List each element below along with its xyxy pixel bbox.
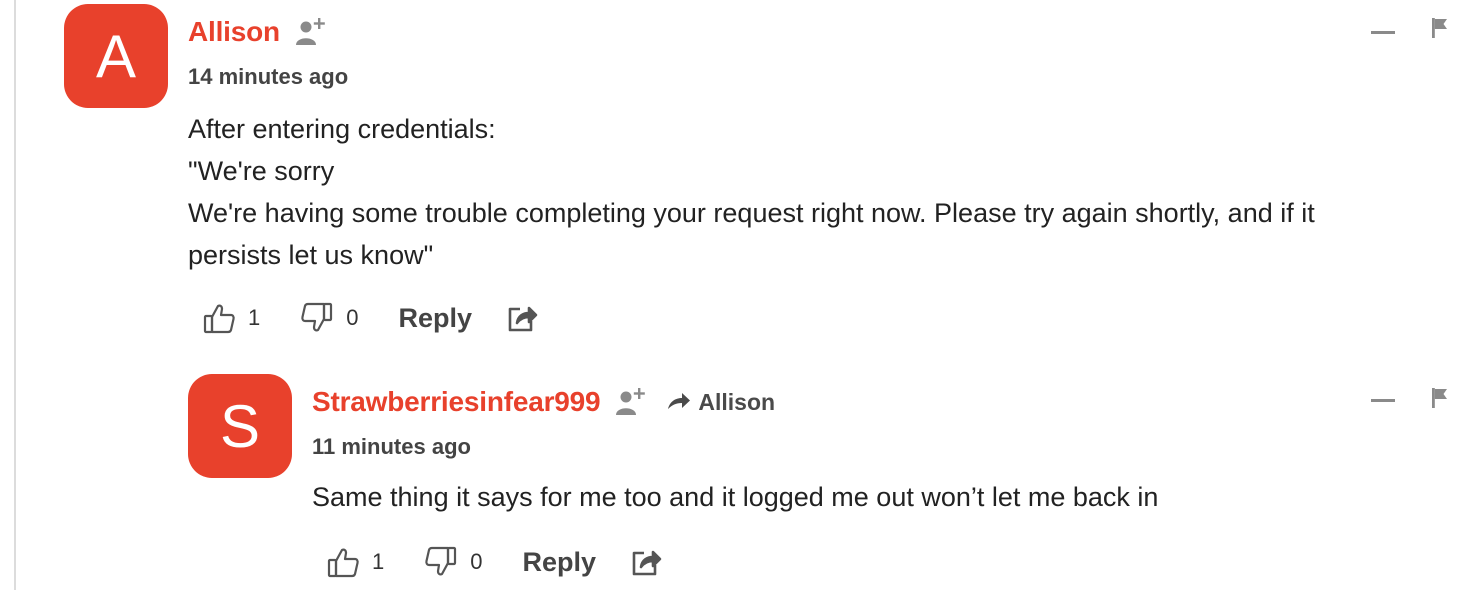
comment-body-line: After entering credentials: xyxy=(188,114,496,144)
avatar-letter: S xyxy=(219,392,261,460)
dislike-count: 0 xyxy=(470,549,483,574)
dislike-button[interactable]: 0 xyxy=(424,545,483,579)
comment-body: After entering credentials: "We're sorry… xyxy=(188,108,1458,276)
author-name[interactable]: Allison xyxy=(188,16,280,48)
like-count: 1 xyxy=(372,549,385,574)
author-name[interactable]: Strawberriesinfear999 xyxy=(312,386,601,418)
author-line: Allison xyxy=(188,14,328,50)
comment-body-line: Same thing it says for me too and it log… xyxy=(312,482,1159,512)
follow-user-icon[interactable] xyxy=(294,15,328,49)
comment-body: Same thing it says for me too and it log… xyxy=(312,476,1452,518)
share-icon[interactable] xyxy=(630,546,662,578)
timestamp: 14 minutes ago xyxy=(188,64,349,89)
reply-to-link[interactable]: Allison xyxy=(666,389,775,416)
comment-actions: 1 0 Reply xyxy=(326,542,662,582)
collapse-icon[interactable] xyxy=(1370,20,1396,46)
reply-arrow-icon xyxy=(668,393,691,409)
like-button[interactable]: 1 xyxy=(326,545,384,579)
comment: A Allison 14 minutes ago After entering … xyxy=(0,0,1472,350)
comment-actions: 1 0 Reply xyxy=(202,298,538,338)
flag-icon[interactable] xyxy=(1430,16,1452,40)
author-line: Strawberriesinfear999 Allison xyxy=(312,384,775,420)
collapse-icon[interactable] xyxy=(1370,388,1396,414)
thumbs-down-icon xyxy=(425,546,457,576)
comment-body-line: persists let us know" xyxy=(188,240,434,270)
reply-button[interactable]: Reply xyxy=(523,547,597,578)
dislike-count: 0 xyxy=(346,305,359,330)
follow-user-icon[interactable] xyxy=(614,385,648,419)
comment-reply: S Strawberriesinfear999 Allison 11 minut… xyxy=(0,350,1472,590)
comment-body-line: "We're sorry xyxy=(188,156,335,186)
comment-body-line: We're having some trouble completing you… xyxy=(188,198,1315,228)
like-button[interactable]: 1 xyxy=(202,301,260,335)
avatar[interactable]: A xyxy=(64,4,168,108)
thumbs-up-icon xyxy=(327,548,359,578)
dislike-button[interactable]: 0 xyxy=(300,301,359,335)
flag-icon[interactable] xyxy=(1430,386,1452,410)
reply-to-name: Allison xyxy=(698,388,776,415)
share-icon[interactable] xyxy=(506,302,538,334)
thumbs-up-icon xyxy=(203,304,235,334)
avatar[interactable]: S xyxy=(188,374,292,478)
reply-button[interactable]: Reply xyxy=(399,303,473,334)
like-count: 1 xyxy=(248,305,261,330)
avatar-letter: A xyxy=(95,22,137,90)
timestamp: 11 minutes ago xyxy=(312,434,471,459)
thumbs-down-icon xyxy=(301,302,333,332)
